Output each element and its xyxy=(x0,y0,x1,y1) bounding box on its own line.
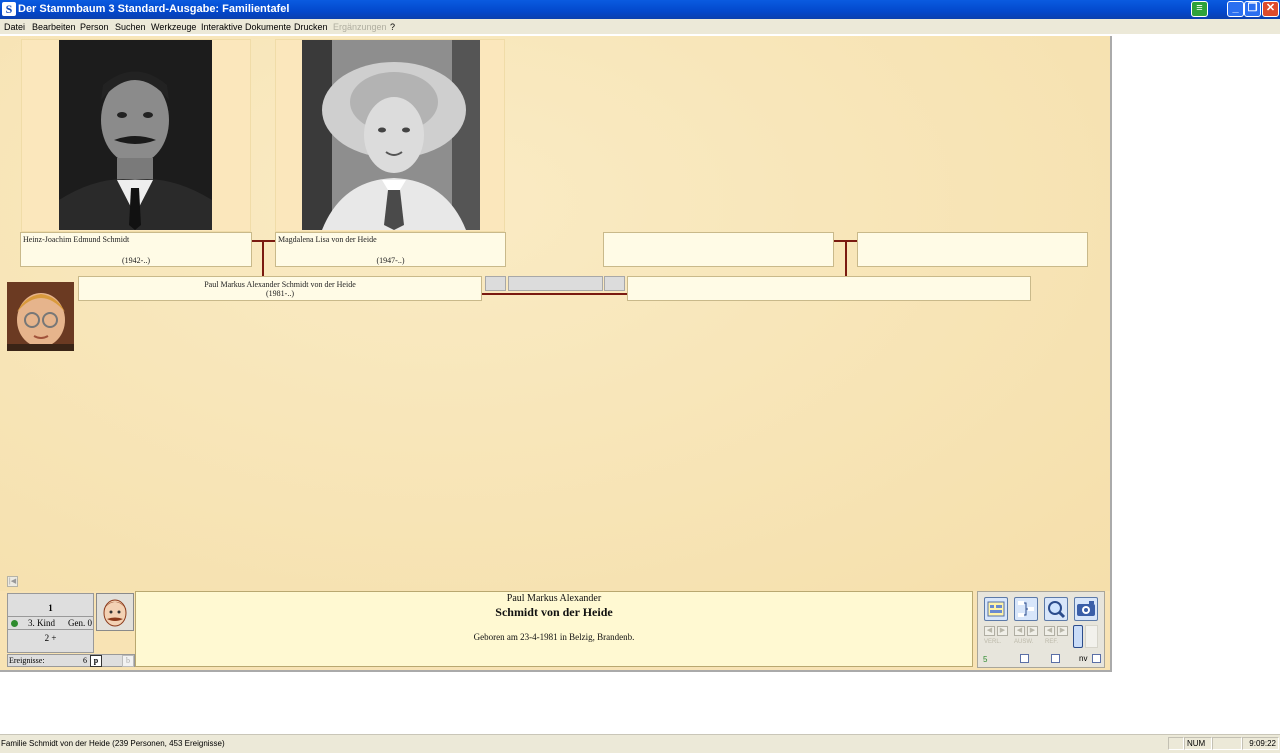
subject-dates: (1981-..) xyxy=(266,289,294,298)
partner-nav-right[interactable] xyxy=(604,276,625,291)
menu-interaktive-dokumente[interactable]: Interaktive Dokumente xyxy=(201,22,291,32)
partner-nav-left[interactable] xyxy=(485,276,506,291)
close-button[interactable]: ✕ xyxy=(1262,1,1279,17)
info-surname: Schmidt von der Heide xyxy=(495,605,613,619)
menu-datei[interactable]: Datei xyxy=(4,22,25,32)
checkbox-2[interactable] xyxy=(1051,654,1060,663)
status-text: Familie Schmidt von der Heide (239 Perso… xyxy=(1,739,225,748)
verl-prev-icon: ◀ xyxy=(984,626,995,636)
title-bar: S Der Stammbaum 3 Standard-Ausgabe: Fami… xyxy=(0,0,1280,19)
camera-icon[interactable] xyxy=(1074,597,1098,621)
minimize-button[interactable]: _ xyxy=(1227,1,1244,17)
person-info-panel: Paul Markus Alexander Schmidt von der He… xyxy=(135,591,973,667)
verl-label: VERL. xyxy=(984,639,1002,645)
checkbox-1[interactable] xyxy=(1020,654,1029,663)
mother-box[interactable]: Magdalena Lisa von der Heide (1947-..) xyxy=(275,232,506,267)
tools-count: 5 xyxy=(983,655,988,664)
father-name: Heinz-Joachim Edmund Schmidt xyxy=(23,235,130,244)
father-dates: (1942-..) xyxy=(122,256,150,265)
father-photo-frame[interactable] xyxy=(21,39,251,232)
father-box[interactable]: Heinz-Joachim Edmund Schmidt (1942-..) xyxy=(20,232,252,267)
ausw-prev-icon: ◀ xyxy=(1014,626,1025,636)
info-first-names: Paul Markus Alexander xyxy=(506,593,602,604)
status-time: 9:09:22 xyxy=(1242,737,1279,750)
subject-photo[interactable] xyxy=(7,282,74,351)
partner-line xyxy=(482,293,628,295)
status-bar: Familie Schmidt von der Heide (239 Perso… xyxy=(0,734,1280,753)
ref-label: REF. xyxy=(1045,639,1059,645)
mother-portrait xyxy=(302,40,480,230)
status-cell-empty xyxy=(1168,737,1184,750)
info-birth: Geboren am 23-4-1981 in Belzig, Brandenb… xyxy=(473,632,635,642)
menu-help[interactable]: ? xyxy=(390,22,395,32)
menu-person[interactable]: Person xyxy=(80,22,109,32)
status-num: NUM xyxy=(1184,737,1212,750)
subject-box[interactable]: Paul Markus Alexander Schmidt von der He… xyxy=(78,276,482,301)
partner-box-empty[interactable] xyxy=(627,276,1031,301)
nv-checkbox[interactable] xyxy=(1092,654,1101,663)
events-label: Ereignisse: xyxy=(9,656,45,665)
spouse-father-box-empty[interactable] xyxy=(603,232,834,267)
menu-werkzeuge[interactable]: Werkzeuge xyxy=(151,22,196,32)
partner-selector[interactable] xyxy=(508,276,603,291)
gender-male-icon[interactable] xyxy=(96,593,134,631)
events-b-button[interactable]: b xyxy=(122,655,134,667)
menu-ergaenzungen: Ergänzungen xyxy=(333,22,387,32)
verl-next-icon: ▶ xyxy=(997,626,1008,636)
search-icon[interactable] xyxy=(1044,597,1068,621)
child-label: 3. Kind xyxy=(28,618,55,628)
ausw-next-icon: ▶ xyxy=(1027,626,1038,636)
status-cell-empty-2 xyxy=(1212,737,1242,750)
scroll-home-icon[interactable]: |◀ xyxy=(7,576,18,587)
ausw-label: AUSW. xyxy=(1014,639,1034,645)
mother-name: Magdalena Lisa von der Heide xyxy=(278,235,377,244)
menu-bar: Datei Bearbeiten Person Suchen Werkzeuge… xyxy=(0,19,1280,34)
events-row: Ereignisse: 6 p b xyxy=(7,654,135,667)
menu-suchen[interactable]: Suchen xyxy=(115,22,146,32)
window-title: Der Stammbaum 3 Standard-Ausgabe: Famili… xyxy=(18,3,290,15)
child-status-box: 1 3. Kind Gen. 0 2 + xyxy=(7,593,94,653)
generation-label: Gen. 0 xyxy=(68,618,92,628)
sibling-count[interactable]: 2 + xyxy=(8,633,93,643)
father-portrait xyxy=(59,40,212,230)
app-icon[interactable]: S xyxy=(2,2,16,16)
spouse-mother-box-empty[interactable] xyxy=(857,232,1088,267)
ref-next-icon: ▶ xyxy=(1057,626,1068,636)
mother-photo-frame[interactable] xyxy=(275,39,505,232)
child-number: 1 xyxy=(48,603,53,613)
print-icon[interactable]: ≡ xyxy=(1191,1,1208,17)
phone-icon[interactable] xyxy=(1073,625,1083,648)
maximize-button[interactable]: ❐ xyxy=(1244,1,1261,17)
nv-label: nv xyxy=(1079,654,1088,663)
subject-name: Paul Markus Alexander Schmidt von der He… xyxy=(204,280,356,289)
descent-line xyxy=(262,240,264,277)
status-dot-icon xyxy=(11,620,18,627)
ref-prev-icon: ◀ xyxy=(1044,626,1055,636)
family-table-icon[interactable] xyxy=(984,597,1008,621)
tree-view-icon[interactable] xyxy=(1014,597,1038,621)
side-slot xyxy=(1085,625,1098,648)
menu-drucken[interactable]: Drucken xyxy=(294,22,328,32)
events-count: 6 xyxy=(83,656,87,665)
tools-panel: ◀ ▶ ◀ ▶ ◀ ▶ VERL. AUSW. REF. 5 nv xyxy=(977,591,1105,668)
spouse-descent-line xyxy=(845,240,847,277)
menu-bearbeiten[interactable]: Bearbeiten xyxy=(32,22,76,32)
mother-dates: (1947-..) xyxy=(376,256,405,265)
events-p-button[interactable]: p xyxy=(90,655,102,667)
